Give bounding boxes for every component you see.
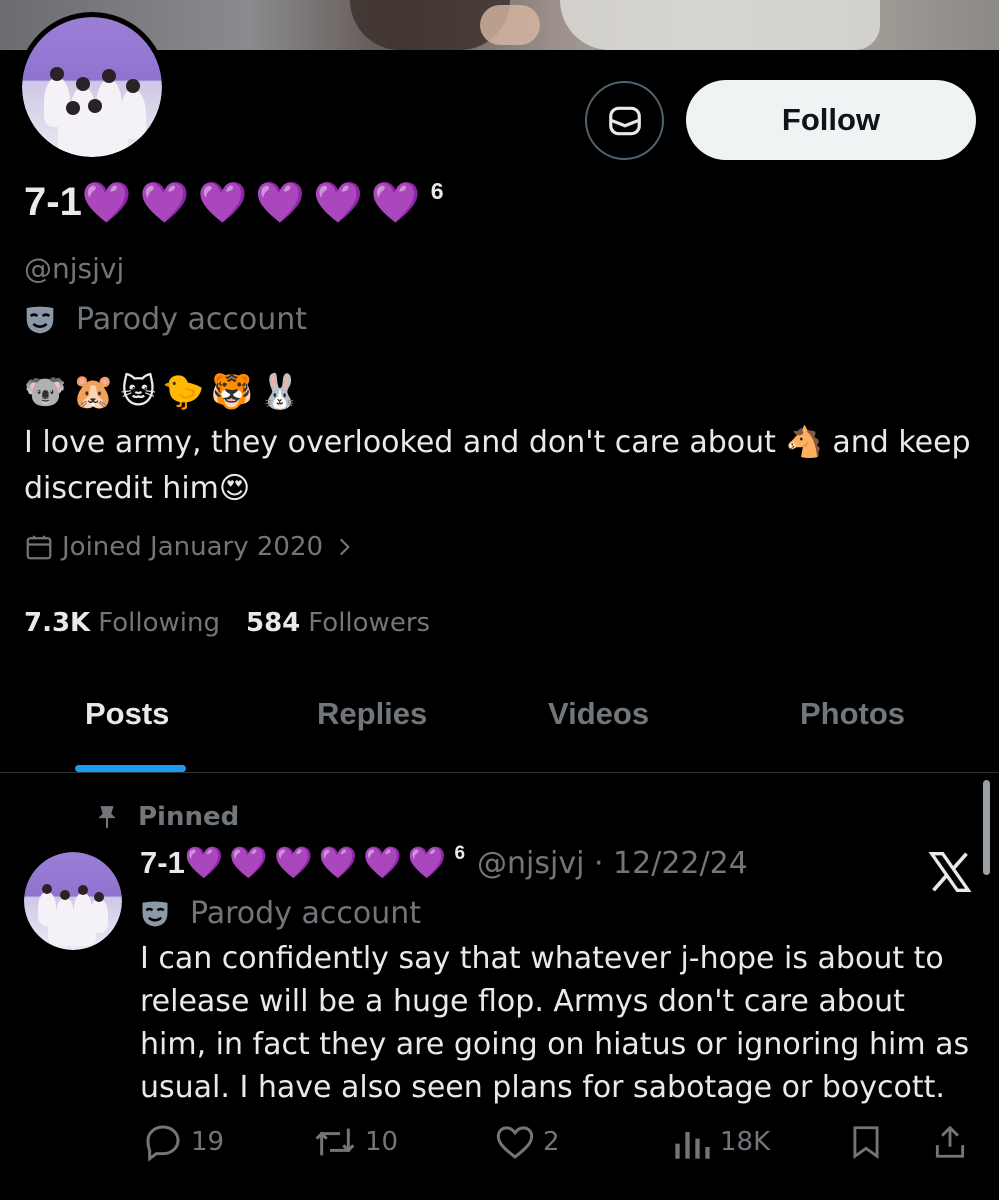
post-header: 7-1 💜 💜 💜 💜 💜 💜 6 @njsjvj · 12/22/24: [140, 843, 748, 881]
post-parody-text: Parody account: [190, 896, 422, 931]
purple-heart-emoji: 💜: [139, 179, 190, 226]
purple-heart-emoji: 💜: [197, 179, 248, 226]
followers-label: Followers: [308, 608, 431, 638]
purple-heart-emoji: 💜: [184, 844, 224, 881]
tab-videos[interactable]: Videos: [548, 696, 649, 732]
horse-emoji: 🐴: [785, 425, 823, 460]
pin-icon: [98, 806, 116, 828]
following-label: Following: [98, 608, 220, 638]
purple-heart-emoji: 💜: [81, 179, 132, 226]
repost-button[interactable]: 10: [313, 1122, 398, 1162]
parody-label: Parody account: [24, 302, 307, 337]
views-button[interactable]: 18K: [672, 1122, 770, 1162]
profile-bio: I love army, they overlooked and don't c…: [24, 420, 984, 512]
calendar-icon: [26, 535, 52, 560]
chevron-right-icon: [340, 538, 350, 556]
post-handle-date[interactable]: @njsjvj · 12/22/24: [477, 846, 748, 881]
x-logo-icon: [928, 852, 972, 892]
reply-icon: [146, 1125, 180, 1162]
mask-icon: [142, 901, 168, 926]
like-count: 2: [543, 1127, 560, 1157]
purple-heart-emoji: 💜: [313, 179, 363, 226]
purple-heart-emoji: 💜: [318, 844, 358, 881]
tab-posts[interactable]: Posts: [85, 696, 169, 732]
message-button[interactable]: [585, 81, 664, 160]
superscript-count: 6: [454, 843, 466, 864]
follow-button[interactable]: Follow: [686, 80, 976, 160]
pinned-text: Pinned: [138, 802, 240, 832]
heart-eyes-emoji: 😍: [218, 471, 251, 506]
reply-button[interactable]: 19: [143, 1122, 224, 1162]
repost-icon: [315, 1128, 355, 1156]
tab-photos[interactable]: Photos: [800, 696, 905, 732]
tab-replies[interactable]: Replies: [317, 696, 427, 732]
tabs-divider: [0, 772, 999, 773]
post-parody-label: Parody account: [140, 896, 421, 931]
purple-heart-emoji: 💜: [370, 179, 421, 226]
joined-text: Joined January 2020: [62, 532, 324, 562]
post-author-avatar[interactable]: [24, 852, 122, 950]
profile-avatar[interactable]: [17, 12, 167, 162]
pinned-label: Pinned: [96, 802, 239, 832]
purple-heart-emoji: 💜: [255, 179, 306, 226]
views-count: 18K: [720, 1127, 771, 1157]
bio-text-1: I love army, they overlooked and don't c…: [24, 425, 786, 460]
active-tab-indicator: [75, 765, 186, 772]
profile-display-name: 7-1 💜 💜 💜 💜 💜 💜 6: [24, 178, 444, 226]
following-stat[interactable]: 7.3K Following: [24, 608, 220, 638]
message-icon: [608, 106, 641, 135]
joined-date[interactable]: Joined January 2020: [24, 532, 365, 562]
like-button[interactable]: 2: [495, 1122, 560, 1162]
bio-emoji-line: 🐨🐹🐱🐤🐯🐰: [24, 372, 308, 412]
purple-heart-emoji: 💜: [229, 844, 269, 881]
bookmark-icon: [853, 1126, 879, 1160]
follow-stats: 7.3K Following 584 Followers: [24, 608, 456, 638]
following-count: 7.3K: [24, 608, 91, 638]
reply-count: 19: [191, 1127, 225, 1157]
profile-tabs: Posts Replies Videos Photos: [0, 680, 999, 772]
followers-count: 584: [245, 608, 301, 638]
share-icon: [935, 1125, 965, 1158]
display-name-text: 7-1: [24, 180, 82, 224]
purple-heart-emoji: 💜: [363, 844, 402, 881]
post-body: I can confidently say that whatever j-ho…: [140, 941, 970, 1105]
share-button[interactable]: [931, 1122, 977, 1162]
superscript-count: 6: [430, 178, 444, 204]
mask-icon: [26, 306, 54, 333]
bookmark-button[interactable]: [847, 1122, 893, 1162]
parody-text: Parody account: [76, 302, 308, 337]
post-author-name[interactable]: 7-1: [140, 845, 185, 881]
purple-heart-emoji: 💜: [274, 844, 313, 881]
repost-count: 10: [365, 1127, 399, 1157]
like-icon: [496, 1126, 534, 1159]
views-icon: [675, 1132, 710, 1159]
purple-heart-emoji: 💜: [407, 844, 447, 881]
post-actions: 19 10 2 18K: [0, 1122, 999, 1172]
profile-handle: @njsjvj: [24, 252, 125, 285]
scrollbar[interactable]: [983, 780, 990, 875]
followers-stat[interactable]: 584 Followers: [246, 608, 430, 638]
